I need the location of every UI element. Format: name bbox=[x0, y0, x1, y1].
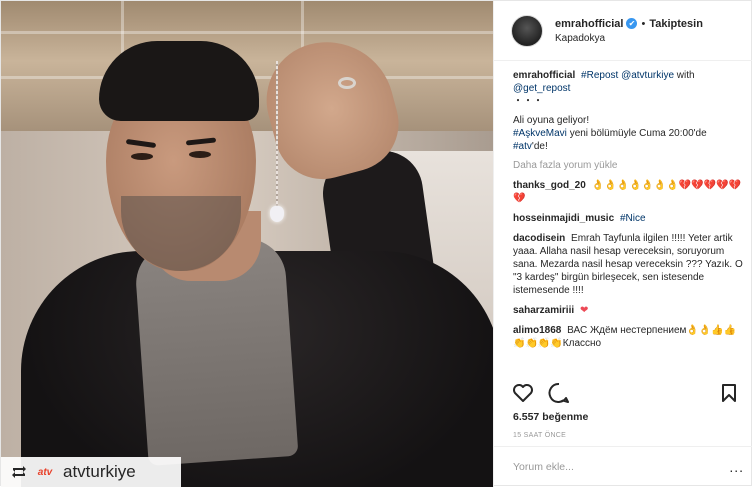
caption-username[interactable]: emrahofficial bbox=[513, 70, 575, 81]
header-separator: • bbox=[641, 17, 646, 30]
add-comment-bar: Yorum ekle... ... bbox=[494, 446, 752, 487]
comments-list: emrahofficial #Repost @atvturkiye with @… bbox=[494, 69, 752, 379]
header-text: emrahofficial ✔ • Takiptesin Kapadokya bbox=[555, 18, 703, 44]
header-line: emrahofficial ✔ • Takiptesin bbox=[555, 18, 703, 30]
comment-username[interactable]: saharzamiriii bbox=[513, 305, 574, 316]
list-item: alimo1868 ВАС Ждём нестерпением👌👌👍👍👏👏👏👏К… bbox=[513, 324, 744, 350]
comment-text: ❤ bbox=[579, 305, 589, 316]
caption-body: Ali oyuna geliyor! #AşkveMavi yeni bölüm… bbox=[513, 114, 744, 153]
caption-mention-atv[interactable]: @atvturkiye bbox=[621, 70, 674, 81]
caption-dots: ・・・ bbox=[513, 96, 543, 107]
caption-hashtag-atv[interactable]: #atv bbox=[513, 141, 532, 152]
comment-input[interactable]: Yorum ekle... bbox=[513, 461, 729, 473]
comment-text[interactable]: #Nice bbox=[620, 213, 646, 224]
verified-badge-icon: ✔ bbox=[626, 18, 638, 29]
atv-logo-icon: atv bbox=[37, 466, 53, 478]
list-item: thanks_god_20 👌👌👌👌👌👌👌💔💔💔💔💔💔 bbox=[513, 179, 744, 205]
header-username[interactable]: emrahofficial bbox=[555, 18, 623, 30]
list-item: dacodisein Emrah Tayfunla ilgilen !!!!! … bbox=[513, 232, 744, 297]
pendant-gem bbox=[270, 206, 284, 222]
avatar[interactable] bbox=[511, 14, 543, 47]
list-item: hosseinmajidi_music #Nice bbox=[513, 212, 744, 225]
more-options-icon[interactable]: ... bbox=[729, 459, 744, 475]
location-link[interactable]: Kapadokya bbox=[555, 33, 703, 44]
comment-username[interactable]: alimo1868 bbox=[513, 325, 561, 336]
necklace-chain bbox=[276, 61, 278, 211]
left-eye bbox=[131, 153, 153, 160]
caption: emrahofficial #Repost @atvturkiye with @… bbox=[513, 69, 744, 153]
load-more-comments[interactable]: Daha fazla yorum yükle bbox=[513, 160, 744, 171]
caption-mention-getrepost[interactable]: @get_repost bbox=[513, 83, 570, 94]
caption-line2: yeni bölümüyle Cuma 20:00'de bbox=[569, 128, 707, 139]
comment-username[interactable]: thanks_god_20 bbox=[513, 180, 586, 191]
right-eye bbox=[189, 151, 211, 158]
post-timestamp[interactable]: 15 SAAT ÖNCE bbox=[513, 432, 566, 439]
repost-attribution: atv atvturkiye bbox=[1, 457, 181, 487]
follow-button[interactable]: Takiptesin bbox=[649, 18, 703, 30]
caption-line3: 'de! bbox=[531, 141, 548, 152]
bookmark-icon[interactable] bbox=[717, 381, 741, 405]
caption-line1: Ali oyuna geliyor! bbox=[513, 115, 590, 126]
action-bar bbox=[511, 381, 741, 405]
list-item: saharzamiriii ❤ bbox=[513, 304, 744, 317]
comment-icon[interactable] bbox=[547, 381, 571, 405]
heart-icon[interactable] bbox=[511, 381, 535, 405]
comment-username[interactable]: dacodisein bbox=[513, 233, 565, 244]
comment-username[interactable]: hosseinmajidi_music bbox=[513, 213, 614, 224]
post-sidebar: emrahofficial ✔ • Takiptesin Kapadokya e… bbox=[493, 1, 752, 487]
repost-icon bbox=[9, 462, 29, 482]
caption-text-with: with bbox=[676, 70, 695, 81]
post-image[interactable]: atv atvturkiye bbox=[1, 1, 493, 487]
post-header: emrahofficial ✔ • Takiptesin Kapadokya bbox=[494, 1, 752, 61]
hair bbox=[99, 41, 259, 121]
ring bbox=[338, 77, 356, 89]
repost-handle: atvturkiye bbox=[63, 462, 136, 481]
caption-hashtag-show[interactable]: #AşkveMavi bbox=[513, 128, 567, 139]
caption-hashtag-repost[interactable]: #Repost bbox=[581, 70, 618, 81]
post-frame: atv atvturkiye emrahofficial ✔ • Takipte… bbox=[0, 0, 752, 487]
likes-count[interactable]: 6.557 beğenme bbox=[513, 411, 588, 423]
